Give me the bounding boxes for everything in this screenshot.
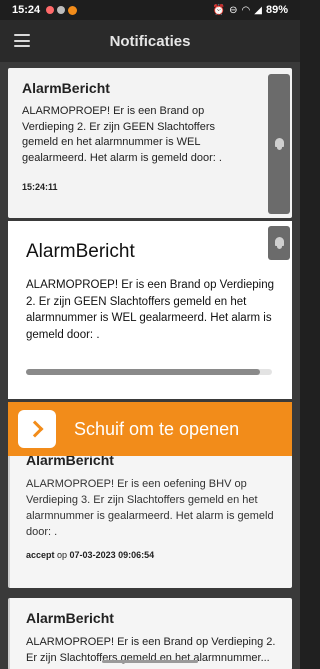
status-right: ⏰ ⊖ ◠ ◢ 89%	[213, 4, 288, 16]
dialog-bell-button[interactable]	[268, 226, 290, 260]
card-title: AlarmBericht	[22, 80, 110, 96]
menu-icon[interactable]	[14, 34, 30, 47]
card-body: ALARMOPROEP! Er is een oefening BHV op V…	[26, 478, 274, 538]
bell-icon	[274, 138, 285, 150]
card-time: 07-03-2023 09:06:54	[69, 550, 155, 560]
app-bar: Notificaties	[0, 20, 300, 62]
list-item[interactable]: AlarmBericht ALARMOPROEP! Er is een Bran…	[8, 598, 292, 669]
dialog-title: AlarmBericht	[26, 241, 135, 262]
battery-level: 89%	[265, 4, 288, 16]
alarm-dialog: AlarmBericht ALARMOPROEP! Er is een Bran…	[8, 221, 292, 399]
dialog-progress	[26, 369, 272, 375]
home-indicator[interactable]	[102, 660, 198, 663]
card-bell-button[interactable]	[268, 74, 290, 214]
card-status: accept	[26, 550, 55, 560]
dialog-body: ALARMOPROEP! Er is een Brand op Verdiepi…	[26, 279, 275, 341]
list-item[interactable]: AlarmBericht ALARMOPROEP! Er is een Bran…	[8, 68, 292, 218]
slide-handle[interactable]	[18, 410, 56, 448]
app-icon	[57, 6, 66, 14]
notification-icon	[46, 6, 55, 14]
progress-fill	[26, 369, 260, 375]
wifi-icon: ◠	[241, 4, 251, 16]
status-notification-icons	[46, 5, 78, 15]
card-body: ALARMOPROEP! Er is een Brand op Verdiepi…	[22, 105, 222, 164]
bell-icon	[274, 237, 285, 249]
card-footer: accept op 07-03-2023 09:06:54	[26, 550, 278, 560]
slide-to-open[interactable]: Schuif om te openen	[8, 402, 292, 456]
page-title: Notificaties	[109, 32, 191, 50]
status-time: 15:24	[12, 4, 41, 16]
dnd-icon: ⊖	[229, 4, 238, 16]
card-time: 15:24:11	[22, 182, 58, 192]
card-footer-op: op	[54, 550, 70, 560]
signal-icon: ◢	[254, 4, 262, 16]
alarm-icon: ⏰	[212, 4, 226, 16]
list-item[interactable]: AlarmBericht ALARMOPROEP! Er is een oefe…	[8, 440, 292, 588]
chevron-right-icon	[26, 420, 44, 438]
app-icon	[68, 5, 78, 15]
slide-label: Schuif om te openen	[74, 418, 240, 439]
card-title: AlarmBericht	[26, 610, 114, 626]
status-bar: 15:24 ⏰ ⊖ ◠ ◢ 89%	[0, 0, 300, 20]
